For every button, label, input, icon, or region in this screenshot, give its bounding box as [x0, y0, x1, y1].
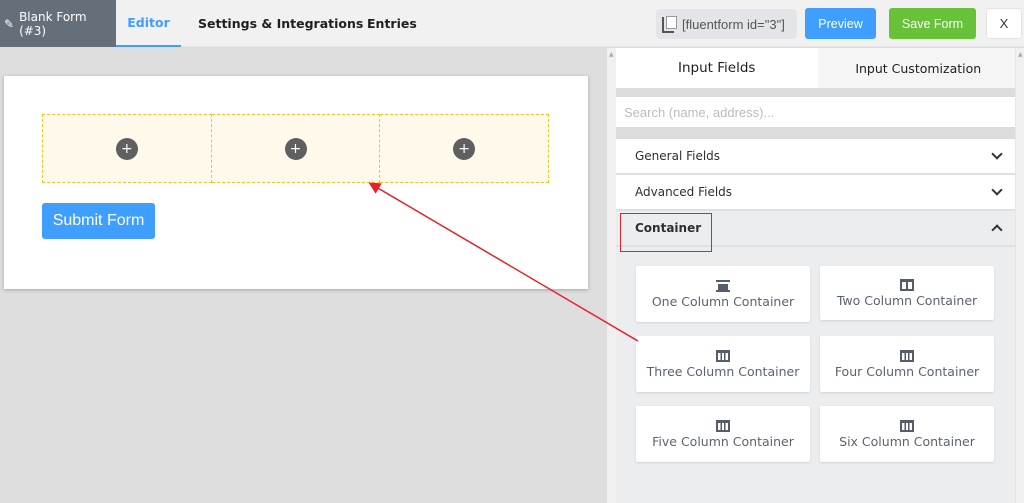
six-column-container-option[interactable]: Six Column Container — [820, 406, 994, 462]
tab-input-fields[interactable]: Input Fields — [616, 48, 818, 88]
section-label: General Fields — [635, 149, 721, 163]
tab-input-customization[interactable]: Input Customization — [817, 48, 1019, 88]
option-label: Two Column Container — [836, 292, 978, 308]
shortcode-copy[interactable]: [fluentform id="3"] — [656, 9, 797, 39]
fields-sidebar: ▲ Input Fields Input Customization Gener… — [607, 48, 1024, 503]
option-label: Six Column Container — [839, 433, 975, 449]
divider — [616, 88, 1019, 97]
option-label: Four Column Container — [834, 363, 980, 379]
add-field-button[interactable]: + — [115, 137, 138, 160]
chevron-down-icon — [991, 184, 1003, 196]
scrollbar-right[interactable]: ▲ — [1015, 48, 1024, 503]
save-form-button[interactable]: Save Form — [889, 8, 976, 39]
scroll-up-icon[interactable]: ▲ — [1018, 51, 1023, 58]
shortcode-text: [fluentform id="3"] — [682, 16, 785, 32]
section-general-fields[interactable]: General Fields — [616, 139, 1019, 175]
six-column-icon — [900, 419, 914, 432]
scroll-up-icon[interactable]: ▲ — [609, 51, 614, 58]
four-column-icon — [900, 349, 914, 362]
column-dropzone[interactable]: + — [380, 114, 550, 183]
fields-panel: Input Fields Input Customization General… — [616, 48, 1019, 503]
submit-form-button[interactable]: Submit Form — [42, 203, 155, 239]
form-preview-card: + + + Submit Form — [4, 76, 588, 289]
preview-button[interactable]: Preview — [805, 8, 876, 39]
chevron-down-icon — [991, 148, 1003, 160]
section-container[interactable]: Container — [616, 211, 1019, 247]
section-label: Container — [635, 221, 702, 235]
panel-tabs: Input Fields Input Customization — [616, 48, 1019, 88]
add-field-button[interactable]: + — [453, 137, 476, 160]
divider — [616, 127, 1019, 139]
copy-icon — [662, 16, 677, 33]
one-column-icon — [716, 279, 730, 292]
form-title[interactable]: ✎ Blank Form (#3) — [0, 0, 116, 47]
form-title-label: Blank Form (#3) — [19, 9, 87, 38]
tab-editor[interactable]: Editor — [116, 0, 181, 47]
container-options-grid: One Column Container Two Column Containe… — [636, 266, 994, 462]
editor-canvas: + + + Submit Form — [0, 48, 607, 503]
pencil-icon: ✎ — [4, 16, 15, 31]
two-column-icon — [900, 278, 914, 291]
option-label: Three Column Container — [646, 363, 800, 379]
top-bar: ✎ Blank Form (#3) Editor Settings & Inte… — [0, 0, 1024, 47]
add-field-button[interactable]: + — [284, 137, 307, 160]
five-column-icon — [716, 419, 730, 432]
chevron-up-icon — [991, 224, 1003, 236]
tab-entries[interactable]: Entries — [367, 0, 417, 47]
search-input[interactable] — [624, 104, 1019, 120]
option-label: One Column Container — [651, 293, 795, 309]
option-label: Five Column Container — [652, 433, 794, 449]
column-dropzone[interactable]: + — [42, 114, 212, 183]
section-label: Advanced Fields — [635, 185, 733, 199]
column-dropzone[interactable]: + — [211, 114, 381, 183]
one-column-container-option[interactable]: One Column Container — [636, 266, 810, 322]
four-column-container-option[interactable]: Four Column Container — [820, 336, 994, 392]
three-column-container-option[interactable]: Three Column Container — [636, 336, 810, 392]
three-column-icon — [716, 349, 730, 362]
section-advanced-fields[interactable]: Advanced Fields — [616, 175, 1019, 211]
search-box — [616, 97, 1019, 127]
close-button[interactable]: X — [986, 8, 1022, 39]
three-column-container[interactable]: + + + — [42, 114, 550, 183]
five-column-container-option[interactable]: Five Column Container — [636, 406, 810, 462]
two-column-container-option[interactable]: Two Column Container — [820, 266, 994, 320]
tab-settings-integrations[interactable]: Settings & Integrations — [198, 0, 363, 47]
